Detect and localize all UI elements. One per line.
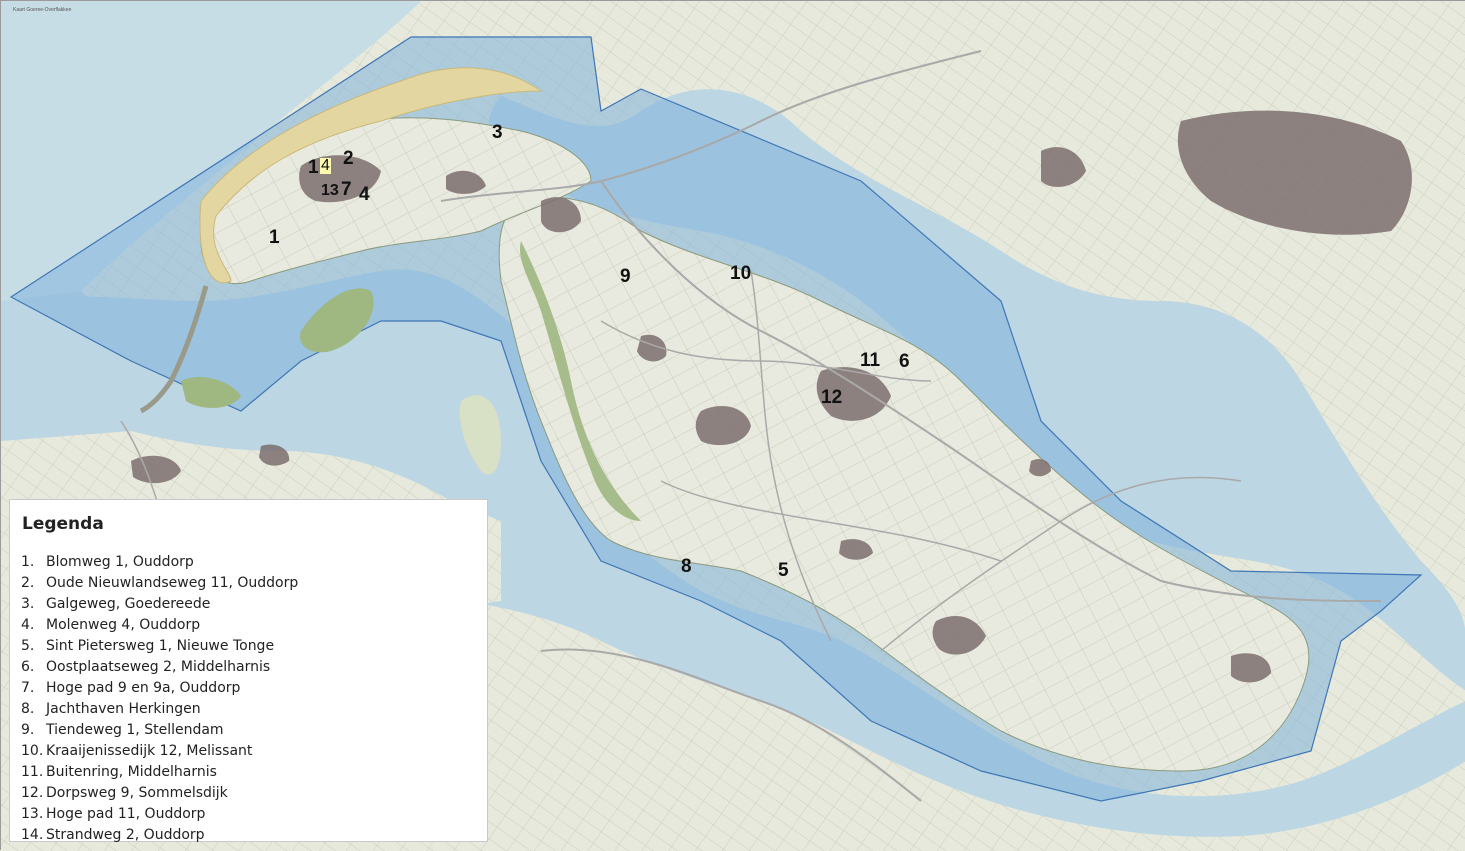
legend-item-number: 2. (21, 575, 35, 591)
legend-item: 8. Jachthaven Herkingen (21, 701, 298, 722)
legend-item-number: 11. (21, 764, 44, 780)
legend-item-text: Oostplaatseweg 2, Middelharnis (46, 659, 271, 675)
legend-item-text: Dorpsweg 9, Sommelsdijk (46, 785, 228, 801)
marker-5[interactable]: 5 (778, 561, 789, 580)
legend-title: Legenda (22, 514, 104, 534)
legend-item: 2. Oude Nieuwlandseweg 11, Ouddorp (21, 575, 298, 596)
legend-item-number: 8. (21, 701, 35, 717)
legend-item-number: 9. (21, 722, 35, 738)
marker-2[interactable]: 2 (343, 149, 354, 168)
legend-item: 13. Hoge pad 11, Ouddorp (21, 806, 298, 827)
legend-item-number: 6. (21, 659, 35, 675)
marker-8[interactable]: 8 (681, 557, 692, 576)
marker-14-digit-4[interactable]: 4 (320, 158, 331, 174)
legend-item-text: Jachthaven Herkingen (46, 701, 201, 717)
legend-item-text: Kraaijenissedijk 12, Melissant (46, 743, 253, 759)
legend-item-number: 4. (21, 617, 35, 633)
legend-item: 3. Galgeweg, Goedereede (21, 596, 298, 617)
legend-item: 11. Buitenring, Middelharnis (21, 764, 298, 785)
legend-item-text: Buitenring, Middelharnis (46, 764, 217, 780)
marker-9[interactable]: 9 (620, 267, 631, 286)
legend-item: 14. Strandweg 2, Ouddorp (21, 827, 298, 848)
marker-13[interactable]: 13 (321, 183, 339, 199)
legend-item-number: 10. (21, 743, 44, 759)
legend-item: 7. Hoge pad 9 en 9a, Ouddorp (21, 680, 298, 701)
legend-item-text: Sint Pietersweg 1, Nieuwe Tonge (46, 638, 275, 654)
legend-item-number: 5. (21, 638, 35, 654)
legend-item-number: 12. (21, 785, 44, 801)
map-caption: Kaart Goeree-Overflakkee (13, 7, 72, 13)
marker-7[interactable]: 7 (341, 180, 352, 199)
legend-item-number: 3. (21, 596, 35, 612)
legend-item: 12. Dorpsweg 9, Sommelsdijk (21, 785, 298, 806)
marker-3[interactable]: 3 (492, 123, 503, 142)
legend-item-number: 13. (21, 806, 44, 822)
map-canvas[interactable]: Kaart Goeree-Overflakkee 1 2 3 4 5 6 7 8… (0, 0, 1465, 851)
legend-item: 9. Tiendeweg 1, Stellendam (21, 722, 298, 743)
legend-item-text: Galgeweg, Goedereede (46, 596, 211, 612)
marker-4[interactable]: 4 (359, 185, 370, 204)
legend-item: 10. Kraaijenissedijk 12, Melissant (21, 743, 298, 764)
legend-item-text: Tiendeweg 1, Stellendam (46, 722, 224, 738)
legend-item-text: Molenweg 4, Ouddorp (46, 617, 201, 633)
legend-item: 4. Molenweg 4, Ouddorp (21, 617, 298, 638)
legend-item: 5. Sint Pietersweg 1, Nieuwe Tonge (21, 638, 298, 659)
marker-6[interactable]: 6 (899, 352, 910, 371)
legend-item-number: 1. (21, 554, 35, 570)
legend-panel: Legenda 1. Blomweg 1, Ouddorp 2. Oude Nieu… (9, 499, 488, 843)
marker-1[interactable]: 1 (269, 228, 280, 247)
legend-item-text: Hoge pad 9 en 9a, Ouddorp (46, 680, 241, 696)
legend-item: 6. Oostplaatseweg 2, Middelharnis (21, 659, 298, 680)
marker-14-digit-1[interactable]: 1 (308, 158, 319, 177)
legend-item-text: Blomweg 1, Ouddorp (46, 554, 194, 570)
marker-12[interactable]: 12 (821, 388, 842, 407)
legend-item-text: Hoge pad 11, Ouddorp (46, 806, 206, 822)
legend-item-number: 7. (21, 680, 35, 696)
legend-item: 1. Blomweg 1, Ouddorp (21, 554, 298, 575)
legend-item-text: Oude Nieuwlandseweg 11, Ouddorp (46, 575, 299, 591)
marker-10[interactable]: 10 (730, 264, 751, 283)
legend-item-text: Strandweg 2, Ouddorp (46, 827, 205, 843)
marker-11[interactable]: 11 (860, 351, 880, 370)
legend-list: 1. Blomweg 1, Ouddorp 2. Oude Nieuwlandsew… (21, 554, 298, 848)
legend-item-number: 14. (21, 827, 44, 843)
